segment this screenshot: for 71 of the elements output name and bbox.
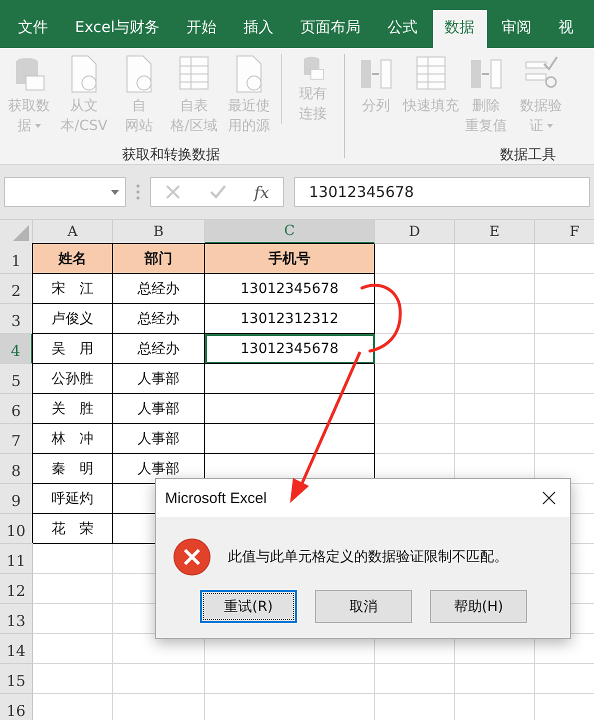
column-header[interactable]: E xyxy=(455,220,535,244)
ribbon-tab[interactable]: 插入 xyxy=(232,10,286,48)
table-cell: 人事部 xyxy=(113,364,205,394)
ribbon-tab[interactable]: 文件 xyxy=(6,10,60,48)
dialog-button[interactable]: 重试(R) xyxy=(200,590,297,623)
select-all-corner[interactable] xyxy=(0,220,33,244)
row-header[interactable]: 5 xyxy=(0,364,33,394)
dialog-button[interactable]: 帮助(H) xyxy=(430,590,527,623)
row-header[interactable]: 16 xyxy=(0,694,33,720)
row-header[interactable]: 13 xyxy=(0,604,33,634)
table-cell: 13012345678 xyxy=(205,334,375,364)
table-cell: 吴 用 xyxy=(33,334,113,364)
header-cell: 姓名 xyxy=(33,244,113,274)
table-cell: 总经办 xyxy=(113,334,205,364)
table-cell: 13012312312 xyxy=(205,304,375,334)
row-header[interactable]: 8 xyxy=(0,454,33,484)
table-cell: 卢俊义 xyxy=(33,304,113,334)
table-cell: 花 荣 xyxy=(33,514,113,544)
group-label: 获取和转换数据 xyxy=(121,146,221,164)
header-cell: 部门 xyxy=(113,244,205,274)
table-cell: 13012345678 xyxy=(205,274,375,304)
ribbon-tab[interactable]: 数据 xyxy=(432,10,487,48)
header-cell: 手机号 xyxy=(205,244,375,274)
dialog-title: Microsoft Excel xyxy=(165,490,267,506)
ribbon-tab[interactable]: Excel与财务 xyxy=(63,10,172,48)
table-cell: 秦 明 xyxy=(33,454,113,484)
row-header[interactable]: 11 xyxy=(0,544,33,574)
row-header[interactable]: 9 xyxy=(0,484,33,514)
table-cell: 宋 江 xyxy=(33,274,113,304)
formula-input-field[interactable]: 13012345678 xyxy=(294,177,590,207)
close-icon[interactable] xyxy=(542,491,556,505)
ribbon-tab[interactable]: 页面布局 xyxy=(288,10,373,48)
group-label: 数据工具 xyxy=(499,146,557,164)
row-header[interactable]: 15 xyxy=(0,664,33,694)
row-header[interactable]: 4 xyxy=(0,334,33,364)
name-box[interactable] xyxy=(4,177,126,207)
column-header[interactable]: D xyxy=(375,220,455,244)
table-cell: 总经办 xyxy=(113,304,205,334)
row-header[interactable]: 1 xyxy=(0,244,33,274)
table-cell: 人事部 xyxy=(113,394,205,424)
checkmark-icon[interactable] xyxy=(208,184,226,200)
column-header[interactable]: F xyxy=(535,220,594,244)
table-cell: 人事部 xyxy=(113,424,205,454)
row-header[interactable]: 3 xyxy=(0,304,33,334)
caret-icon xyxy=(111,190,119,194)
table-cell: 呼延灼 xyxy=(33,484,113,514)
row-header[interactable]: 14 xyxy=(0,634,33,664)
insert-function-button[interactable]: fx xyxy=(254,182,270,202)
error-icon xyxy=(173,538,211,576)
row-header[interactable]: 7 xyxy=(0,424,33,454)
dialog-button[interactable]: 取消 xyxy=(315,590,412,623)
ribbon-tab[interactable]: 视 xyxy=(546,10,586,48)
column-header[interactable]: C xyxy=(205,220,375,244)
table-cell: 总经办 xyxy=(113,274,205,304)
column-header[interactable]: B xyxy=(113,220,205,244)
table-cell: 公孙胜 xyxy=(33,364,113,394)
column-header[interactable]: A xyxy=(33,220,113,244)
row-header[interactable]: 2 xyxy=(0,274,33,304)
triangle-icon xyxy=(13,225,29,241)
cancel-icon[interactable] xyxy=(164,184,181,200)
row-header[interactable]: 12 xyxy=(0,574,33,604)
error-message: 此值与此单元格定义的数据验证限制不匹配。 xyxy=(228,548,508,566)
row-header[interactable]: 10 xyxy=(0,514,33,544)
row-header[interactable]: 6 xyxy=(0,394,33,424)
table-cell: 关 胜 xyxy=(33,394,113,424)
bracket-mark xyxy=(360,284,402,352)
ribbon-tab[interactable]: 审阅 xyxy=(490,10,544,48)
grip-icon xyxy=(136,184,140,200)
table-cell: 林 冲 xyxy=(33,424,113,454)
ribbon-tab[interactable]: 公式 xyxy=(376,10,430,48)
ribbon-tab[interactable]: 开始 xyxy=(174,10,229,48)
